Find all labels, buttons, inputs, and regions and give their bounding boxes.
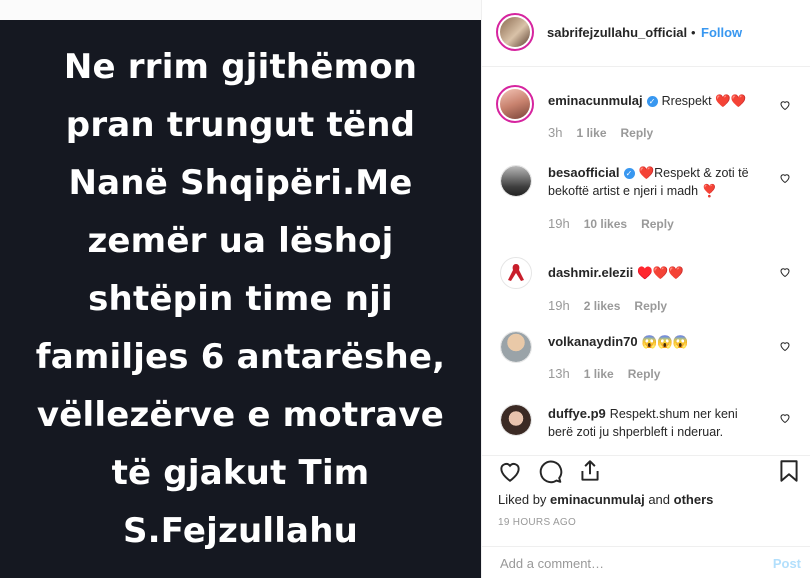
follow-button[interactable]: Follow	[701, 25, 742, 40]
bookmark-icon[interactable]	[776, 458, 802, 484]
comment-avatar[interactable]	[496, 85, 534, 123]
like-comment-heart-icon[interactable]	[779, 172, 791, 184]
comment-body: besaofficial ✓ ❤️Respekt & zoti të bekoftë…	[548, 164, 763, 200]
post-sidebar: sabrifejzullahu_official • Follow eminac…	[481, 0, 810, 578]
comment-avatar[interactable]	[500, 257, 532, 289]
post-text-line: shtëpin time nji	[88, 279, 393, 319]
comment-username[interactable]: besaofficial	[548, 165, 620, 180]
comment-meta: 13h 1 like Reply	[548, 366, 660, 381]
post-image: Ne rrim gjithëmon pran trungut tënd Nanë…	[0, 0, 481, 578]
like-comment-heart-icon[interactable]	[779, 340, 791, 352]
like-comment-heart-icon[interactable]	[779, 266, 791, 278]
post-text-line: zemër ua lëshoj	[87, 221, 394, 261]
post-text-line: Nanë Shqipëri.Me	[68, 163, 413, 203]
reply-button[interactable]: Reply	[621, 126, 654, 140]
comment-username[interactable]: volkanaydin70	[548, 334, 638, 349]
comment-username[interactable]: eminacunmulaj	[548, 93, 643, 108]
post-text-line: Ne rrim gjithëmon	[63, 47, 418, 87]
post-text-line: familjes 6 antarëshe,	[35, 337, 446, 377]
liked-by-user[interactable]: eminacunmulaj	[550, 492, 645, 507]
post-comment-button[interactable]: Post	[773, 556, 801, 571]
comment-bubble-icon[interactable]	[537, 458, 563, 484]
comment-time[interactable]: 13h	[548, 366, 570, 381]
post-timestamp[interactable]: 19 HOURS AGO	[498, 517, 576, 528]
comment-avatar[interactable]	[500, 331, 532, 363]
share-icon[interactable]	[577, 458, 603, 484]
verified-badge-icon: ✓	[623, 168, 635, 180]
post-header: sabrifejzullahu_official • Follow	[482, 0, 810, 67]
post-text-line: vëllezërve e motrave	[36, 395, 445, 435]
comment-body: eminacunmulaj ✓ Rrespekt ❤️❤️	[548, 92, 763, 110]
comment-meta: 19h 10 likes Reply	[548, 216, 674, 231]
comment-username[interactable]: duffye.p9	[548, 406, 606, 421]
comment-meta: 19h 2 likes Reply	[548, 298, 667, 313]
red-ribbon-icon	[508, 264, 524, 281]
post-text-line: të gjakut Tim	[111, 453, 370, 493]
like-comment-heart-icon[interactable]	[779, 412, 791, 424]
reply-button[interactable]: Reply	[641, 217, 674, 231]
comment-likes[interactable]: 1 like	[584, 367, 614, 381]
author-username[interactable]: sabrifejzullahu_official	[547, 25, 687, 40]
comment-text: Rrespekt ❤️❤️	[661, 94, 747, 108]
like-heart-icon[interactable]	[497, 458, 523, 484]
comment-time[interactable]: 19h	[548, 298, 570, 313]
comment-text: 😱😱😱	[641, 335, 689, 349]
post-text-line: S.Fejzullahu	[122, 511, 359, 551]
like-comment-heart-icon[interactable]	[779, 99, 791, 111]
header-separator: •	[691, 25, 696, 40]
comment-avatar[interactable]	[500, 404, 532, 436]
comment-body: dashmir.elezii ♥️❤️❤️	[548, 264, 763, 282]
instagram-post-view: Ne rrim gjithëmon pran trungut tënd Nanë…	[0, 0, 810, 578]
liked-by-others[interactable]: others	[674, 492, 714, 507]
post-actions-bar	[482, 455, 810, 488]
comment-text: ♥️❤️❤️	[637, 266, 684, 280]
post-text-line: pran trungut tënd	[65, 105, 416, 145]
comment-time[interactable]: 3h	[548, 125, 562, 140]
comment-username[interactable]: dashmir.elezii	[548, 265, 633, 280]
comments-list[interactable]: eminacunmulaj ✓ Rrespekt ❤️❤️ 3h 1 like Repl…	[482, 67, 810, 455]
comment-time[interactable]: 19h	[548, 216, 570, 231]
author-avatar[interactable]	[496, 13, 534, 51]
comment-likes[interactable]: 10 likes	[584, 217, 627, 231]
reply-button[interactable]: Reply	[628, 367, 661, 381]
comment-avatar[interactable]	[500, 165, 532, 197]
verified-badge-icon: ✓	[646, 96, 658, 108]
liked-by-line: Liked by eminacunmulaj and others	[498, 492, 713, 507]
comment-likes[interactable]: 1 like	[576, 126, 606, 140]
reply-button[interactable]: Reply	[634, 299, 667, 313]
add-comment-input[interactable]	[498, 555, 752, 572]
comment-meta: 3h 1 like Reply	[548, 125, 653, 140]
add-comment-bar: Post	[482, 546, 810, 579]
liked-by-prefix: Liked by	[498, 492, 547, 507]
image-top-strip	[0, 0, 481, 20]
comment-body: duffye.p9 Respekt.shum ner keni berë zoti…	[548, 405, 763, 441]
comment-likes[interactable]: 2 likes	[584, 299, 621, 313]
comment-body: volkanaydin70 😱😱😱	[548, 333, 763, 351]
liked-by-and: and	[648, 492, 671, 507]
post-image-text: Ne rrim gjithëmon pran trungut tënd Nanë…	[0, 38, 481, 560]
